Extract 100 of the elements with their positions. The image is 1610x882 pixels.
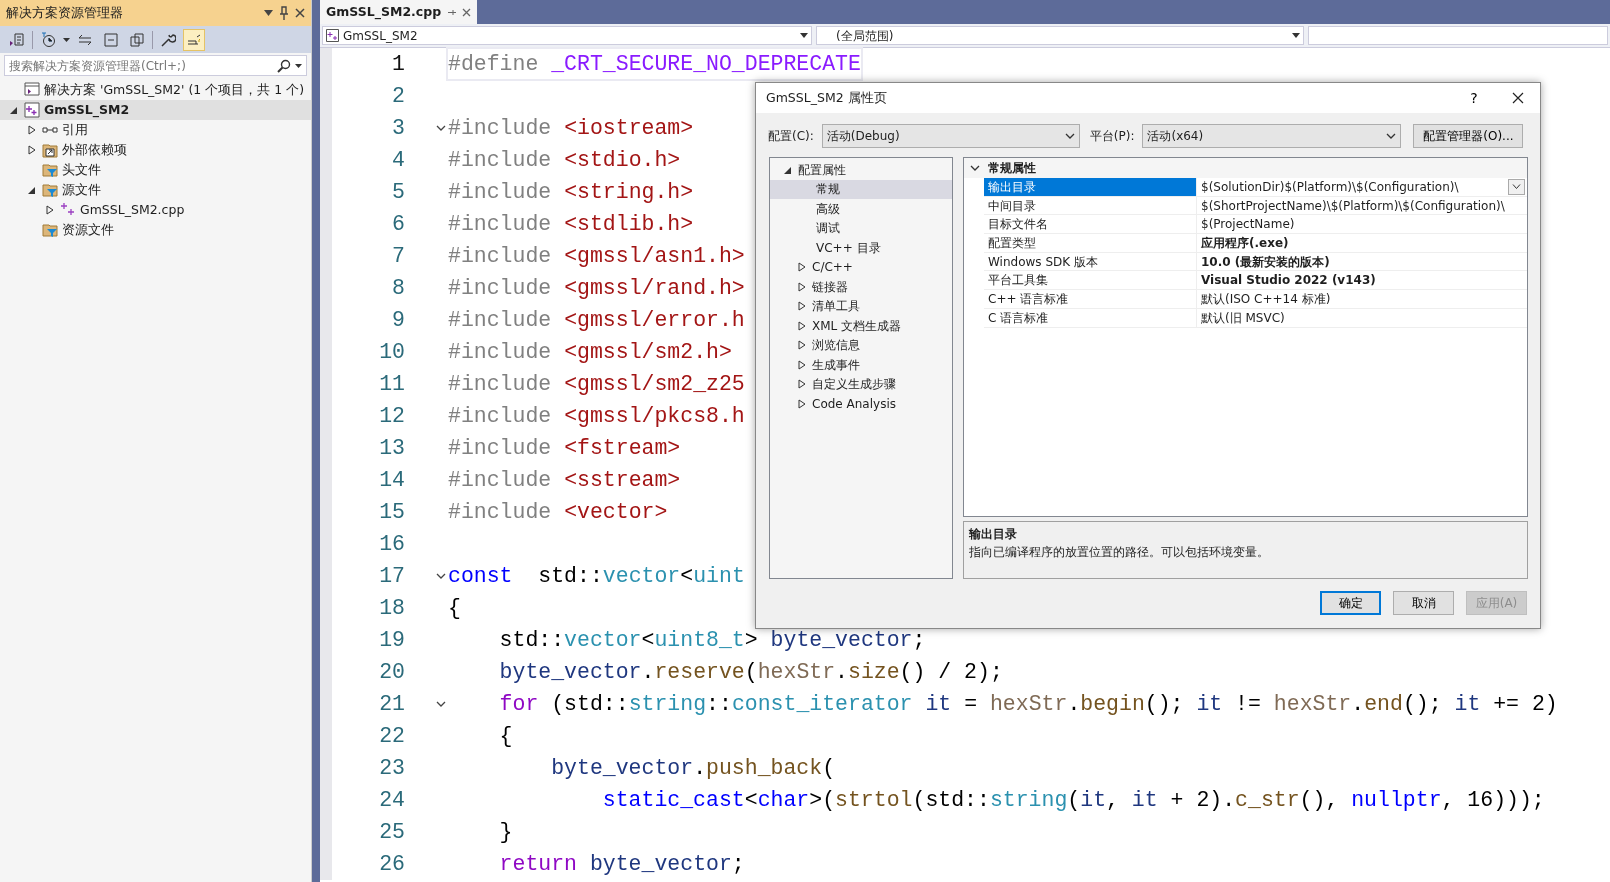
project-dropdown[interactable]: GmSSL_SM2 xyxy=(322,26,812,45)
property-name[interactable]: 配置类型 xyxy=(984,234,1197,252)
fold-chevron-icon[interactable] xyxy=(436,124,446,132)
dropdown-caret-icon xyxy=(800,33,808,38)
settings-tree-item[interactable]: 配置属性 xyxy=(770,160,952,180)
description-title: 输出目录 xyxy=(969,526,1018,543)
configuration-dropdown[interactable]: 活动(Debug) xyxy=(821,124,1080,148)
property-name[interactable]: C 语言标准 xyxy=(984,308,1197,327)
history-clock-icon[interactable] xyxy=(40,31,56,48)
line-number: 1 xyxy=(320,47,405,81)
search-field[interactable]: 搜索解决方案资源管理器(Ctrl+;) xyxy=(4,55,307,76)
solution-icon xyxy=(24,82,40,98)
dialog-button[interactable]: 取消 xyxy=(1393,591,1454,615)
search-icon[interactable] xyxy=(277,58,291,73)
tree-item[interactable]: 外部依赖项 xyxy=(0,140,311,160)
collapse-all-icon[interactable] xyxy=(103,31,119,48)
property-name[interactable]: 目标文件名 xyxy=(984,215,1197,234)
line-number: 19 xyxy=(320,623,405,657)
collapsed-arrow-icon[interactable] xyxy=(798,281,806,292)
collapsed-arrow-icon[interactable] xyxy=(28,145,36,155)
property-value: $(SolutionDir)$(Platform)\$(Configuration)\ xyxy=(1201,178,1459,196)
expanded-arrow-icon[interactable] xyxy=(784,165,792,174)
settings-tree-item[interactable]: Code Analysis xyxy=(770,394,952,414)
expanded-arrow-icon[interactable] xyxy=(10,106,18,114)
tree-item[interactable]: GmSSL_SM2.cpp xyxy=(0,200,311,220)
line-number: 13 xyxy=(320,431,405,465)
tree-item[interactable]: 引用 xyxy=(0,120,311,140)
value-dropdown-button[interactable] xyxy=(1508,178,1525,195)
settings-tree-item[interactable]: VC++ 目录 xyxy=(770,238,952,258)
settings-tree-item[interactable]: 调试 xyxy=(770,218,952,238)
property-name[interactable]: Windows SDK 版本 xyxy=(984,252,1197,271)
fold-chevron-icon[interactable] xyxy=(436,700,446,708)
collapsed-arrow-icon[interactable] xyxy=(46,205,54,215)
tree-item[interactable]: 资源文件 xyxy=(0,220,311,240)
settings-tree-item[interactable]: 浏览信息 xyxy=(770,335,952,355)
line-number: 5 xyxy=(320,175,405,209)
settings-tree-item[interactable]: 高级 xyxy=(770,199,952,219)
close-icon[interactable] xyxy=(295,8,305,18)
collapsed-arrow-icon[interactable] xyxy=(798,379,806,390)
code-line: #include <gmssl/asn1.h> xyxy=(448,243,745,270)
tree-item[interactable]: 头文件 xyxy=(0,160,311,180)
platform-dropdown[interactable]: 活动(x64) xyxy=(1142,124,1402,148)
document-tab[interactable]: GmSSL_SM2.cpp xyxy=(320,0,478,24)
property-value: 默认(旧 MSVC) xyxy=(1201,309,1285,327)
pin-icon[interactable] xyxy=(447,7,457,17)
code-line: #include <gmssl/sm2_z25 xyxy=(448,371,745,398)
help-button[interactable]: ? xyxy=(1452,83,1496,113)
settings-tree-item[interactable]: C/C++ xyxy=(770,257,952,277)
property-name[interactable]: 平台工具集 xyxy=(984,271,1197,290)
property-name[interactable]: C++ 语言标准 xyxy=(984,290,1197,308)
property-value: 10.0 (最新安装的版本) xyxy=(1201,253,1330,271)
collapsed-arrow-icon[interactable] xyxy=(798,262,806,273)
code-line: #include <stdio.h> xyxy=(448,147,681,174)
copy-windows-icon[interactable] xyxy=(129,31,145,48)
dropdown-caret-icon[interactable] xyxy=(63,37,70,42)
collapsed-arrow-icon[interactable] xyxy=(798,301,806,312)
settings-tree-item[interactable]: 生成事件 xyxy=(770,355,952,375)
line-number: 11 xyxy=(320,367,405,401)
property-name[interactable]: 中间目录 xyxy=(984,196,1197,215)
settings-tree-item[interactable]: 常规 xyxy=(770,179,952,199)
dialog-button[interactable]: 确定 xyxy=(1320,591,1381,615)
collapsed-arrow-icon[interactable] xyxy=(28,125,36,135)
line-number: 25 xyxy=(320,815,405,849)
close-icon[interactable] xyxy=(462,7,472,17)
code-line: { xyxy=(499,723,513,750)
config-manager-button[interactable]: 配置管理器(O)... xyxy=(1413,124,1524,148)
line-number: 21 xyxy=(320,687,405,721)
collapsed-arrow-icon[interactable] xyxy=(798,398,806,409)
external-dependencies-icon xyxy=(42,142,58,158)
property-value: $(ShortProjectName)\$(Platform)\$(Configuration)\ xyxy=(1201,197,1505,215)
expanded-chevron-icon[interactable] xyxy=(970,165,980,171)
fold-chevron-icon[interactable] xyxy=(436,572,446,580)
collapsed-arrow-icon[interactable] xyxy=(798,359,806,370)
property-value: 默认(ISO C++14 标准) xyxy=(1201,290,1331,308)
dropdown-caret-icon[interactable] xyxy=(295,63,302,68)
tree-item[interactable]: 源文件 xyxy=(0,180,311,200)
expanded-arrow-icon[interactable] xyxy=(28,186,36,194)
tree-item[interactable]: GmSSL_SM2 xyxy=(0,100,311,120)
dropdown-caret-icon[interactable] xyxy=(264,10,273,16)
wrench-icon[interactable] xyxy=(160,31,176,48)
scope-dropdown[interactable]: (全局范围) xyxy=(816,26,1304,45)
line-number: 16 xyxy=(320,527,405,561)
settings-tree-item[interactable]: 链接器 xyxy=(770,277,952,297)
chevron-down-icon xyxy=(1386,133,1397,139)
tree-item[interactable]: 解决方案 'GmSSL_SM2' (1 个项目，共 1 个) xyxy=(0,80,311,100)
collapsed-arrow-icon[interactable] xyxy=(798,340,806,351)
settings-tree-item[interactable]: XML 文档生成器 xyxy=(770,316,952,336)
code-line: #include <gmssl/pkcs8.h xyxy=(448,403,745,430)
code-line: for (std::string::const_iterator it = hexStr.begin(); it != hexStr.end(); it += 2) xyxy=(499,691,1558,718)
collapsed-arrow-icon[interactable] xyxy=(798,320,806,331)
category-label: 常规属性 xyxy=(988,160,1036,177)
code-line: byte_vector.reserve(hexStr.size() / 2); xyxy=(499,659,1003,686)
settings-tree-item[interactable]: 自定义生成步骤 xyxy=(770,374,952,394)
pin-icon[interactable] xyxy=(279,6,289,20)
property-name[interactable]: 输出目录 xyxy=(984,178,1197,196)
line-number: 2 xyxy=(320,79,405,113)
close-icon xyxy=(1512,92,1524,104)
solution-view-icon[interactable] xyxy=(9,31,25,48)
code-line: #define _CRT_SECURE_NO_DEPRECATE xyxy=(448,49,861,79)
settings-tree-item[interactable]: 清单工具 xyxy=(770,296,952,316)
